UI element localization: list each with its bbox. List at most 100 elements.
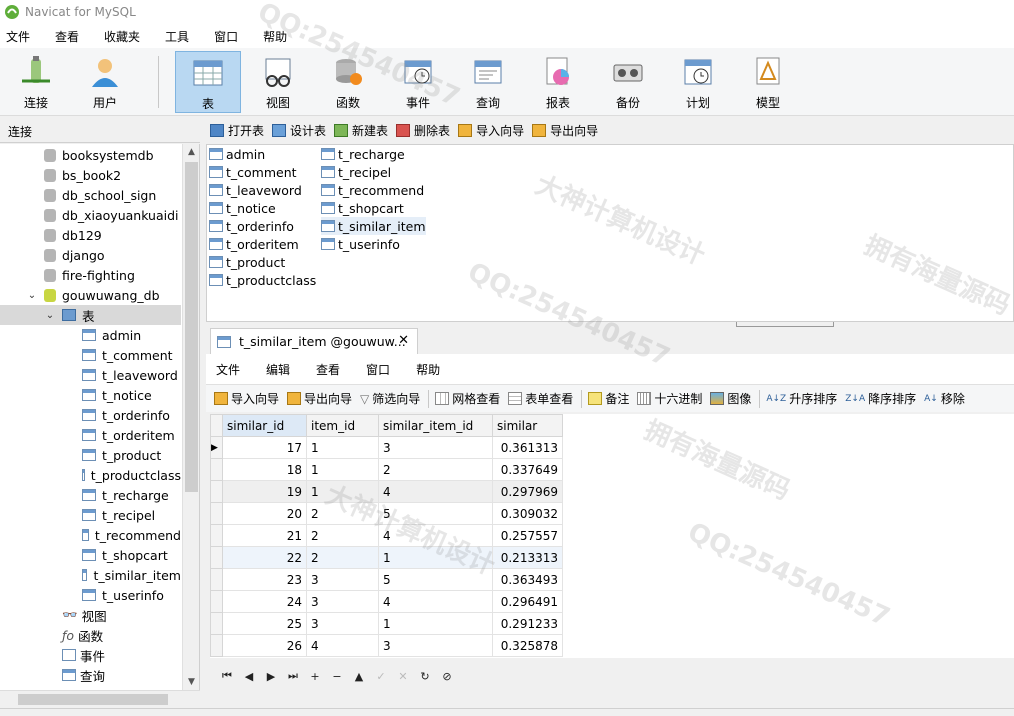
tree-table-t-notice[interactable]: t_notice: [0, 385, 181, 405]
tree-table-t-product[interactable]: t_product: [0, 445, 181, 465]
cell-item-id[interactable]: 4: [306, 634, 379, 657]
backup-button[interactable]: 备份: [595, 51, 661, 113]
object-item-t-comment[interactable]: t_comment: [209, 163, 297, 181]
tree-table-t-shopcart[interactable]: t_shopcart: [0, 545, 181, 565]
edit-record-icon[interactable]: ▲: [348, 670, 370, 683]
cell-similar-id[interactable]: 21: [222, 524, 307, 547]
new-table-button[interactable]: 新建表: [334, 122, 388, 139]
tree-table-t-similar-item[interactable]: t_similar_item: [0, 565, 181, 585]
table-row[interactable]: 22 2 1 0.213313: [210, 546, 563, 569]
cell-similar[interactable]: 0.325878: [492, 634, 563, 657]
object-item-t-productclass[interactable]: t_productclass: [209, 271, 316, 289]
cell-similar-item-id[interactable]: 3: [378, 436, 493, 459]
remove-sort-button[interactable]: A↓ 移除: [924, 390, 965, 407]
tree-table-t-productclass[interactable]: t_productclass: [0, 465, 181, 485]
object-item-admin[interactable]: admin: [209, 145, 265, 163]
tree-table-t-userinfo[interactable]: t_userinfo: [0, 585, 181, 605]
menu-window[interactable]: 窗口: [214, 28, 238, 45]
tree-tables-node[interactable]: ⌄ 表: [0, 305, 181, 325]
cell-similar[interactable]: 0.361313: [492, 436, 563, 459]
table-row[interactable]: 23 3 5 0.363493: [210, 568, 563, 591]
cell-similar-item-id[interactable]: 1: [378, 612, 493, 635]
menu-view[interactable]: 查看: [55, 28, 79, 45]
close-icon[interactable]: ✕: [398, 333, 409, 348]
grid-view-button[interactable]: 网格查看: [435, 390, 500, 407]
column-header-item-id[interactable]: item_id: [306, 414, 379, 437]
cell-similar-id[interactable]: 25: [222, 612, 307, 635]
object-item-t-orderinfo[interactable]: t_orderinfo: [209, 217, 294, 235]
table-menu-window[interactable]: 窗口: [366, 361, 390, 378]
table-row[interactable]: 18 1 2 0.337649: [210, 458, 563, 481]
tree-database-django[interactable]: django: [0, 245, 181, 265]
menu-favorites[interactable]: 收藏夹: [104, 28, 140, 45]
cell-similar-id[interactable]: 17: [222, 436, 307, 459]
table-row[interactable]: ▶ 17 1 3 0.361313: [210, 436, 563, 459]
tree-database-fire-fighting[interactable]: fire-fighting: [0, 265, 181, 285]
object-item-t-recipel[interactable]: t_recipel: [321, 163, 391, 181]
tree-database-db-xiaoyuankuaidi[interactable]: db_xiaoyuankuaidi: [0, 205, 181, 225]
memo-button[interactable]: 备注: [588, 390, 629, 407]
tab-t-similar-item[interactable]: t_similar_item @gouwuw... ✕: [210, 328, 418, 354]
cell-similar-id[interactable]: 18: [222, 458, 307, 481]
tree-database-booksystemdb[interactable]: booksystemdb: [0, 145, 181, 165]
filter-wizard-button[interactable]: ▽ 筛选向导: [360, 390, 420, 407]
table-menu-view[interactable]: 查看: [316, 361, 340, 378]
cell-item-id[interactable]: 3: [306, 590, 379, 613]
menu-tools[interactable]: 工具: [165, 28, 189, 45]
cell-similar-item-id[interactable]: 5: [378, 568, 493, 591]
scroll-down-icon[interactable]: ▼: [183, 674, 199, 690]
delete-table-button[interactable]: 删除表: [396, 122, 450, 139]
hex-button[interactable]: 十六进制: [637, 390, 702, 407]
splitter-grip[interactable]: [736, 322, 834, 327]
cell-similar[interactable]: 0.257557: [492, 524, 563, 547]
function-button[interactable]: 函数: [315, 51, 381, 113]
tree-events-node[interactable]: 事件: [0, 645, 181, 665]
tree-queries-node[interactable]: 查询: [0, 665, 181, 685]
cell-similar-item-id[interactable]: 1: [378, 546, 493, 569]
scroll-up-icon[interactable]: ▲: [183, 144, 199, 160]
cell-item-id[interactable]: 1: [306, 436, 379, 459]
cell-similar-id[interactable]: 22: [222, 546, 307, 569]
previous-record-icon[interactable]: ◀: [238, 670, 260, 683]
cell-item-id[interactable]: 2: [306, 546, 379, 569]
menu-file[interactable]: 文件: [6, 28, 30, 45]
object-item-t-recharge[interactable]: t_recharge: [321, 145, 405, 163]
apply-changes-icon[interactable]: ✓: [370, 670, 392, 683]
object-item-t-recommend[interactable]: t_recommend: [321, 181, 424, 199]
design-table-button[interactable]: 设计表: [272, 122, 326, 139]
table-menu-file[interactable]: 文件: [216, 361, 240, 378]
cell-item-id[interactable]: 3: [306, 612, 379, 635]
table-menu-help[interactable]: 帮助: [416, 361, 440, 378]
cell-similar-id[interactable]: 23: [222, 568, 307, 591]
cell-item-id[interactable]: 1: [306, 458, 379, 481]
tree-horizontal-scrollbar[interactable]: [0, 690, 200, 707]
cell-similar[interactable]: 0.213313: [492, 546, 563, 569]
last-record-icon[interactable]: ⏭: [282, 669, 304, 683]
cancel-changes-icon[interactable]: ✕: [392, 670, 414, 683]
query-button[interactable]: 查询: [455, 51, 521, 113]
model-button[interactable]: 模型: [735, 51, 801, 113]
object-item-t-notice[interactable]: t_notice: [209, 199, 276, 217]
cell-item-id[interactable]: 3: [306, 568, 379, 591]
column-header-similar-item-id[interactable]: similar_item_id: [378, 414, 493, 437]
tree-table-t-recharge[interactable]: t_recharge: [0, 485, 181, 505]
tree-table-t-orderinfo[interactable]: t_orderinfo: [0, 405, 181, 425]
user-button[interactable]: 用户: [72, 51, 138, 113]
object-item-t-userinfo[interactable]: t_userinfo: [321, 235, 400, 253]
refresh-icon[interactable]: ↻: [414, 670, 436, 683]
report-button[interactable]: 报表: [525, 51, 591, 113]
column-header-similar-id[interactable]: similar_id: [222, 414, 307, 437]
sort-descending-button[interactable]: Z↓A 降序排序: [845, 390, 916, 407]
cell-similar-id[interactable]: 20: [222, 502, 307, 525]
import-wizard-button[interactable]: 导入向导: [214, 390, 279, 407]
form-view-button[interactable]: 表单查看: [508, 390, 573, 407]
import-wizard-button[interactable]: 导入向导: [458, 122, 524, 139]
cell-similar-item-id[interactable]: 4: [378, 480, 493, 503]
tree-database-gouwuwang-db[interactable]: ⌄ gouwuwang_db: [0, 285, 181, 305]
tree-database-db129[interactable]: db129: [0, 225, 181, 245]
tree-table-t-orderitem[interactable]: t_orderitem: [0, 425, 181, 445]
cell-item-id[interactable]: 2: [306, 502, 379, 525]
table-menu-edit[interactable]: 编辑: [266, 361, 290, 378]
object-item-t-leaveword[interactable]: t_leaveword: [209, 181, 302, 199]
delete-record-icon[interactable]: −: [326, 670, 348, 683]
